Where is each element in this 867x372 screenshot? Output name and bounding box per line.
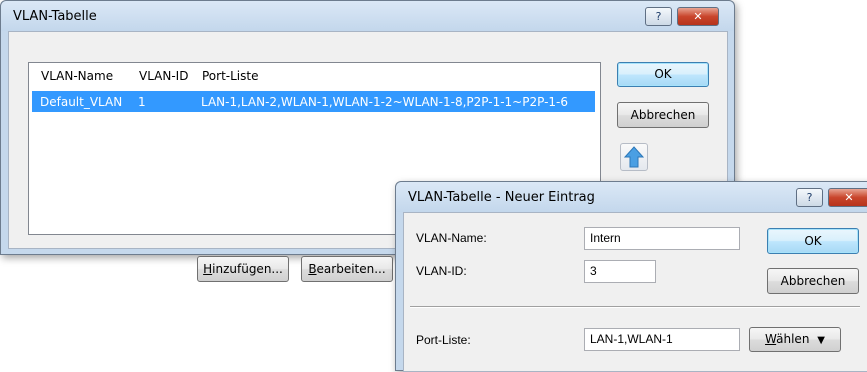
help-button[interactable]: ? [645, 7, 672, 26]
help-icon: ? [806, 191, 813, 204]
up-arrow-icon [623, 146, 645, 168]
ok-button[interactable]: OK [617, 62, 709, 87]
close-icon: ✕ [693, 10, 703, 23]
vlan-name-input[interactable]: Intern [584, 227, 740, 250]
cell-vlan-name: Default_VLAN [40, 95, 123, 109]
vlan-name-label: VLAN-Name: [416, 231, 487, 245]
close-icon: ✕ [844, 191, 854, 204]
title-bar[interactable]: VLAN-Tabelle ? ✕ [1, 1, 734, 31]
vlan-id-input[interactable]: 3 [584, 260, 656, 283]
entry-close-button[interactable]: ✕ [828, 188, 867, 207]
close-button[interactable]: ✕ [677, 7, 719, 26]
edit-button[interactable]: Bearbeiten... [301, 256, 393, 282]
add-button[interactable]: Hinzufügen... [197, 256, 289, 282]
table-row[interactable]: Default_VLAN 1 LAN-1,LAN-2,WLAN-1,WLAN-1… [32, 91, 595, 112]
vlan-id-label: VLAN-ID: [416, 264, 467, 278]
column-header-vlan-name[interactable]: VLAN-Name [41, 69, 113, 83]
help-icon: ? [655, 10, 662, 23]
port-list-label: Port-Liste: [416, 333, 471, 347]
entry-cancel-button[interactable]: Abbrechen [767, 268, 859, 294]
port-list-input[interactable]: LAN-1,WLAN-1 [584, 328, 740, 351]
entry-title-bar[interactable]: VLAN-Tabelle - Neuer Eintrag ? ✕ [396, 182, 867, 212]
cell-port-list: LAN-1,LAN-2,WLAN-1,WLAN-1-2~WLAN-1-8,P2P… [201, 95, 568, 109]
entry-dialog-title: VLAN-Tabelle - Neuer Eintrag [408, 190, 595, 205]
column-header-port-list[interactable]: Port-Liste [202, 69, 258, 83]
entry-help-button[interactable]: ? [796, 188, 823, 207]
chevron-down-icon: ▼ [817, 335, 825, 346]
cell-vlan-id: 1 [138, 95, 146, 109]
column-header-vlan-id[interactable]: VLAN-ID [139, 69, 188, 83]
dialog-title: VLAN-Tabelle [13, 9, 97, 24]
choose-button[interactable]: Wählen ▼ [749, 327, 841, 352]
cancel-button[interactable]: Abbrechen [617, 102, 709, 128]
move-up-button[interactable] [620, 143, 648, 171]
separator [410, 306, 860, 308]
list-header: VLAN-Name VLAN-ID Port-Liste [29, 63, 600, 87]
entry-ok-button[interactable]: OK [767, 228, 859, 254]
